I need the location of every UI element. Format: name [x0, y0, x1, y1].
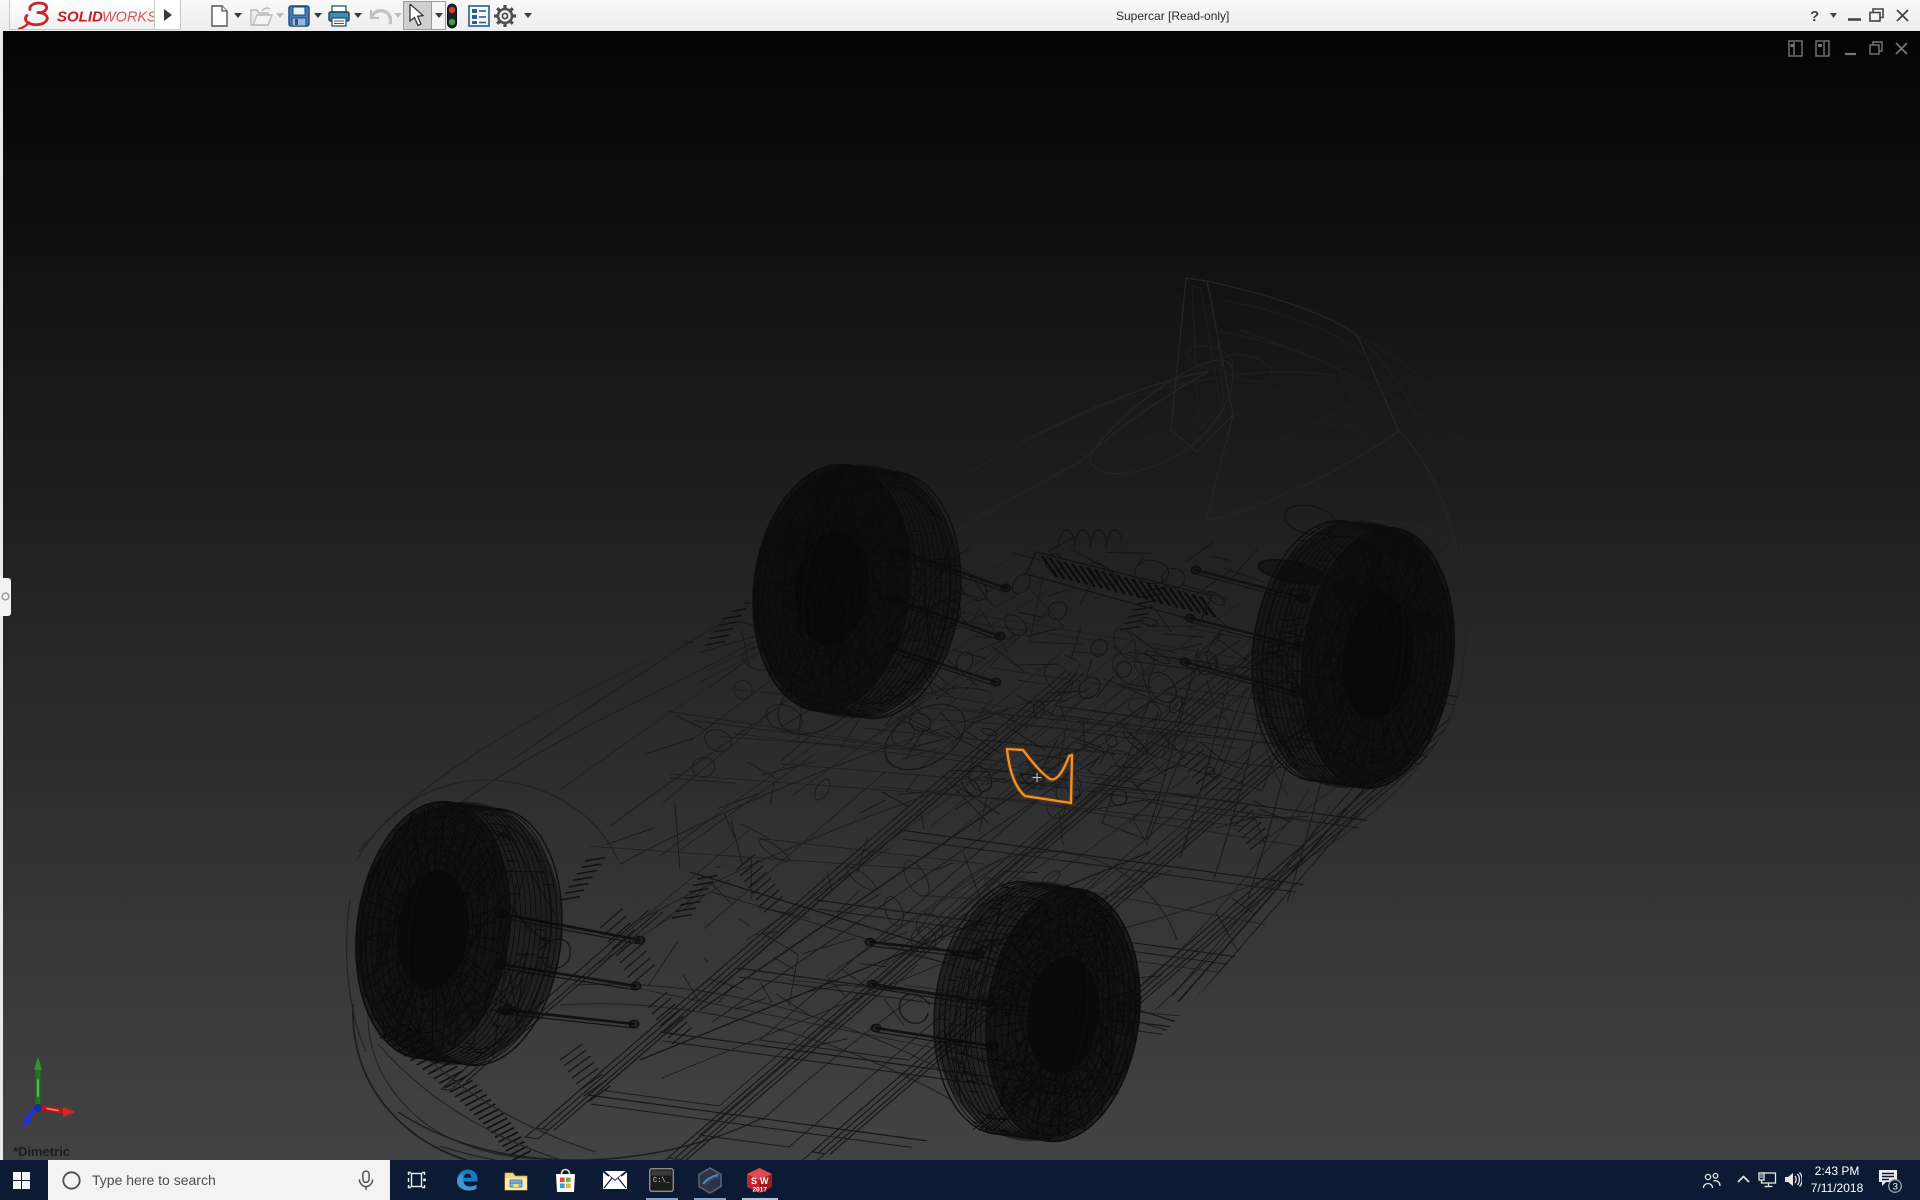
svg-text:?: ? [1810, 8, 1819, 25]
svg-text:WORKS: WORKS [102, 9, 154, 25]
svg-text:W: W [760, 1176, 769, 1186]
svg-text:C:\_: C:\_ [653, 1177, 671, 1185]
svg-text:2017: 2017 [753, 1187, 768, 1194]
svg-text:S: S [751, 1176, 757, 1186]
svg-text:3: 3 [1893, 1181, 1898, 1192]
svg-text:SOLID: SOLID [57, 8, 103, 25]
